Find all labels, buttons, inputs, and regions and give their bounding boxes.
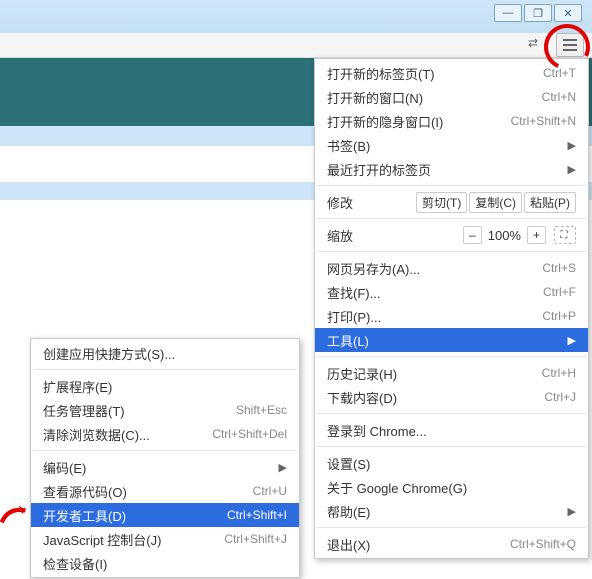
chevron-right-icon: ▶	[279, 461, 287, 474]
menu-accel: Ctrl+Shift+J	[224, 532, 287, 546]
chevron-right-icon: ▶	[568, 139, 576, 152]
zoom-out-button[interactable]: –	[463, 226, 482, 244]
menu-accel: Ctrl+Shift+Del	[212, 427, 287, 441]
menu-label: 扩展程序(E)	[43, 377, 287, 396]
submenu-js-console[interactable]: JavaScript 控制台(J) Ctrl+Shift+J	[31, 527, 299, 551]
menu-history[interactable]: 历史记录(H) Ctrl+H	[315, 361, 588, 385]
chrome-main-menu: 打开新的标签页(T) Ctrl+T 打开新的窗口(N) Ctrl+N 打开新的隐…	[314, 58, 589, 559]
menu-print[interactable]: 打印(P)... Ctrl+P	[315, 304, 588, 328]
zoom-in-button[interactable]: +	[527, 226, 546, 244]
menu-label: 网页另存为(A)...	[327, 259, 542, 278]
separator	[317, 356, 586, 357]
separator	[317, 446, 586, 447]
menu-accel: Ctrl+P	[542, 309, 576, 323]
separator	[317, 413, 586, 414]
menu-settings[interactable]: 设置(S)	[315, 451, 588, 475]
separator	[317, 251, 586, 252]
menu-label: 历史记录(H)	[327, 364, 542, 383]
menu-label: 工具(L)	[327, 331, 562, 350]
submenu-view-source[interactable]: 查看源代码(O) Ctrl+U	[31, 479, 299, 503]
separator	[317, 527, 586, 528]
menu-tools[interactable]: 工具(L) ▶	[315, 328, 588, 352]
menu-label: 查找(F)...	[327, 283, 543, 302]
chevron-right-icon: ▶	[568, 505, 576, 518]
menu-label: 打印(P)...	[327, 307, 542, 326]
menu-accel: Ctrl+Shift+Q	[510, 537, 576, 551]
submenu-task-manager[interactable]: 任务管理器(T) Shift+Esc	[31, 398, 299, 422]
menu-accel: Ctrl+F	[543, 285, 576, 299]
toolbar	[0, 33, 592, 58]
submenu-clear-data[interactable]: 清除浏览数据(C)... Ctrl+Shift+Del	[31, 422, 299, 446]
menu-new-incognito[interactable]: 打开新的隐身窗口(I) Ctrl+Shift+N	[315, 109, 588, 133]
submenu-create-shortcut[interactable]: 创建应用快捷方式(S)...	[31, 341, 299, 365]
menu-label: 帮助(E)	[327, 502, 562, 521]
menu-bookmarks[interactable]: 书签(B) ▶	[315, 133, 588, 157]
separator	[33, 369, 297, 370]
menu-downloads[interactable]: 下载内容(D) Ctrl+J	[315, 385, 588, 409]
menu-label: 设置(S)	[327, 454, 576, 473]
menu-recent-tabs[interactable]: 最近打开的标签页 ▶	[315, 157, 588, 181]
menu-accel: Ctrl+N	[542, 90, 576, 104]
menu-accel: Ctrl+J	[544, 390, 576, 404]
chevron-right-icon: ▶	[568, 334, 576, 347]
translate-icon[interactable]: ⇄	[528, 36, 546, 54]
menu-new-window[interactable]: 打开新的窗口(N) Ctrl+N	[315, 85, 588, 109]
menu-accel: Ctrl+Shift+N	[511, 114, 576, 128]
menu-accel: Ctrl+H	[542, 366, 576, 380]
menu-edit-row: 修改 剪切(T) 复制(C) 粘贴(P)	[315, 190, 588, 214]
separator	[317, 185, 586, 186]
menu-label: 开发者工具(D)	[43, 506, 227, 525]
menu-label: 登录到 Chrome...	[327, 421, 576, 440]
zoom-percent: 100%	[488, 228, 521, 243]
menu-about[interactable]: 关于 Google Chrome(G)	[315, 475, 588, 499]
annotation-arrow	[0, 498, 34, 528]
maximize-button[interactable]: ❐	[524, 4, 552, 22]
menu-accel: Ctrl+Shift+I	[227, 508, 287, 522]
menu-label: 打开新的窗口(N)	[327, 88, 542, 107]
menu-label: 最近打开的标签页	[327, 160, 562, 179]
menu-accel: Ctrl+U	[253, 484, 287, 498]
menu-label: 任务管理器(T)	[43, 401, 236, 420]
menu-label: 清除浏览数据(C)...	[43, 425, 212, 444]
menu-new-tab[interactable]: 打开新的标签页(T) Ctrl+T	[315, 61, 588, 85]
cut-button[interactable]: 剪切(T)	[416, 192, 467, 213]
fullscreen-button[interactable]: ⛶	[554, 226, 576, 244]
window-controls: — ❐ ✕	[494, 4, 582, 22]
menu-label: 创建应用快捷方式(S)...	[43, 344, 287, 363]
submenu-encoding[interactable]: 编码(E) ▶	[31, 455, 299, 479]
menu-label: 编码(E)	[43, 458, 273, 477]
menu-save-as[interactable]: 网页另存为(A)... Ctrl+S	[315, 256, 588, 280]
menu-label: 打开新的隐身窗口(I)	[327, 112, 511, 131]
menu-label: 缩放	[327, 226, 463, 245]
menu-label: 退出(X)	[327, 535, 510, 554]
separator	[317, 218, 586, 219]
menu-label: JavaScript 控制台(J)	[43, 530, 224, 549]
tools-submenu: 创建应用快捷方式(S)... 扩展程序(E) 任务管理器(T) Shift+Es…	[30, 338, 300, 578]
separator	[33, 450, 297, 451]
menu-label: 修改	[327, 193, 416, 212]
menu-label: 检查设备(I)	[43, 554, 287, 573]
submenu-inspect-devices[interactable]: 检查设备(I)	[31, 551, 299, 575]
menu-label: 打开新的标签页(T)	[327, 64, 543, 83]
chevron-right-icon: ▶	[568, 163, 576, 176]
menu-signin[interactable]: 登录到 Chrome...	[315, 418, 588, 442]
menu-find[interactable]: 查找(F)... Ctrl+F	[315, 280, 588, 304]
menu-label: 下载内容(D)	[327, 388, 544, 407]
menu-label: 关于 Google Chrome(G)	[327, 478, 576, 497]
menu-accel: Ctrl+T	[543, 66, 576, 80]
menu-label: 书签(B)	[327, 136, 562, 155]
menu-exit[interactable]: 退出(X) Ctrl+Shift+Q	[315, 532, 588, 556]
submenu-dev-tools[interactable]: 开发者工具(D) Ctrl+Shift+I	[31, 503, 299, 527]
menu-accel: Shift+Esc	[236, 403, 287, 417]
menu-label: 查看源代码(O)	[43, 482, 253, 501]
menu-zoom-row: 缩放 – 100% + ⛶	[315, 223, 588, 247]
menu-accel: Ctrl+S	[542, 261, 576, 275]
submenu-extensions[interactable]: 扩展程序(E)	[31, 374, 299, 398]
paste-button[interactable]: 粘贴(P)	[524, 192, 576, 213]
menu-help[interactable]: 帮助(E) ▶	[315, 499, 588, 523]
minimize-button[interactable]: —	[494, 4, 522, 22]
close-button[interactable]: ✕	[554, 4, 582, 22]
copy-button[interactable]: 复制(C)	[469, 192, 522, 213]
menu-button[interactable]	[556, 33, 584, 57]
